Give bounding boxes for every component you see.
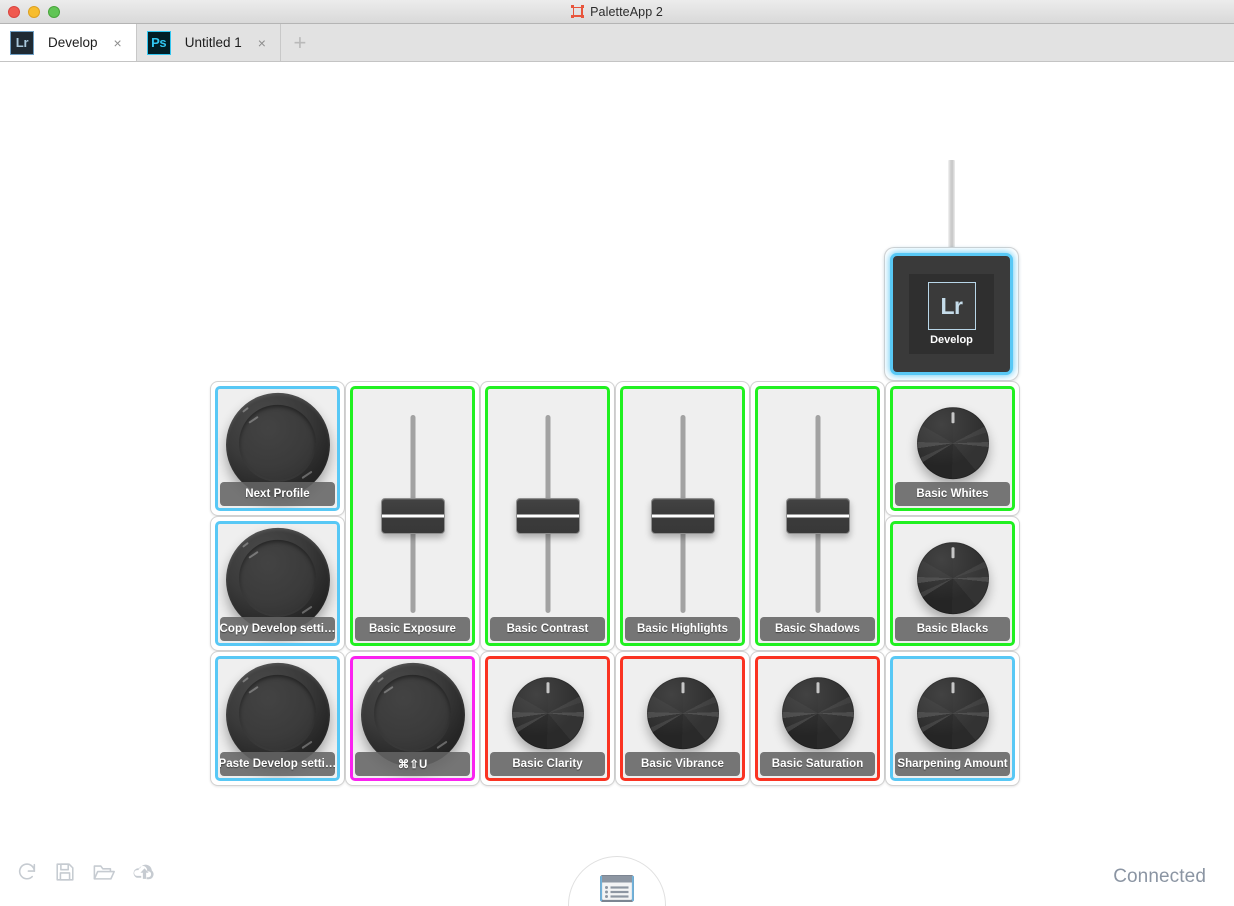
tab-develop[interactable]: Lr Develop ×	[0, 24, 137, 61]
module-label: ⌘⇧U	[355, 752, 470, 776]
minimize-window-button[interactable]	[28, 5, 40, 18]
knob-button-control[interactable]	[225, 392, 330, 497]
head-module-screen: Lr Develop	[890, 253, 1013, 375]
dial-pointer-icon	[951, 546, 954, 558]
module-basic-blacks[interactable]: Basic Blacks	[885, 516, 1020, 651]
dial-pointer-icon	[951, 681, 954, 693]
window-title: PaletteApp 2	[590, 4, 663, 19]
module-label: Paste Develop setti…	[220, 752, 335, 776]
module-basic-vibrance[interactable]: Basic Vibrance	[615, 651, 750, 786]
module-label: Basic Highlights	[625, 617, 740, 641]
module-basic-highlights[interactable]: Basic Highlights	[615, 381, 750, 651]
connection-status: Connected	[1113, 866, 1206, 887]
open-folder-icon[interactable]	[92, 861, 116, 888]
module-basic-clarity[interactable]: Basic Clarity	[480, 651, 615, 786]
module-basic-whites[interactable]: Basic Whites	[885, 381, 1020, 516]
module-face[interactable]: Sharpening Amount	[890, 656, 1015, 781]
module-face[interactable]: Basic Highlights	[620, 386, 745, 646]
list-panel-icon	[599, 874, 635, 906]
module-basic-shadows[interactable]: Basic Shadows	[750, 381, 885, 651]
refresh-icon[interactable]	[16, 861, 38, 888]
photoshop-icon: Ps	[146, 30, 171, 55]
module-face[interactable]: Next Profile	[215, 386, 340, 511]
module-label: Sharpening Amount	[895, 752, 1010, 776]
module-label: Basic Whites	[895, 482, 1010, 506]
module-cable	[948, 160, 955, 252]
dial-pointer-icon	[816, 681, 819, 693]
module-face[interactable]: ⌘⇧U	[350, 656, 475, 781]
dial-control[interactable]	[511, 676, 584, 749]
module-label: Copy Develop setti…	[220, 617, 335, 641]
slider-thumb[interactable]	[515, 498, 580, 534]
dial-control[interactable]	[916, 541, 989, 614]
footer-bar: Connected	[0, 834, 1234, 906]
module-copy-develop-setti[interactable]: Copy Develop setti…	[210, 516, 345, 651]
module-paste-develop-setti[interactable]: Paste Develop setti…	[210, 651, 345, 786]
module-drawer-toggle[interactable]	[568, 856, 666, 906]
tab-bar: Lr Develop × Ps Untitled 1 × +	[0, 24, 1234, 62]
cloud-upload-icon[interactable]	[132, 861, 157, 888]
module-u[interactable]: ⌘⇧U	[345, 651, 480, 786]
window-titlebar: PaletteApp 2	[0, 0, 1234, 24]
add-tab-button[interactable]: +	[281, 24, 319, 61]
traffic-lights	[8, 0, 60, 23]
dial-control[interactable]	[916, 406, 989, 479]
module-label: Next Profile	[220, 482, 335, 506]
tab-develop-close-icon[interactable]: ×	[112, 36, 124, 50]
crop-icon	[571, 5, 585, 18]
module-label: Basic Blacks	[895, 617, 1010, 641]
head-module-plate: Lr Develop	[909, 274, 994, 354]
knob-button-control[interactable]	[225, 527, 330, 632]
dial-pointer-icon	[681, 681, 684, 693]
slider-thumb[interactable]	[650, 498, 715, 534]
dial-pointer-icon	[546, 681, 549, 693]
module-basic-contrast[interactable]: Basic Contrast	[480, 381, 615, 651]
lightroom-logo-icon: Lr	[927, 282, 976, 330]
layout-canvas[interactable]: Lr Develop Next Profile Copy Develop sett…	[0, 62, 1234, 906]
module-face[interactable]: Basic Saturation	[755, 656, 880, 781]
module-face[interactable]: Basic Vibrance	[620, 656, 745, 781]
dial-control[interactable]	[781, 676, 854, 749]
save-icon[interactable]	[54, 861, 76, 888]
dial-control[interactable]	[646, 676, 719, 749]
module-label: Basic Clarity	[490, 752, 605, 776]
module-face[interactable]: Basic Shadows	[755, 386, 880, 646]
module-label: Basic Contrast	[490, 617, 605, 641]
tab-untitled-1[interactable]: Ps Untitled 1 ×	[136, 24, 281, 61]
knob-button-control[interactable]	[360, 662, 465, 767]
module-face[interactable]: Basic Contrast	[485, 386, 610, 646]
module-sharpening-amount[interactable]: Sharpening Amount	[885, 651, 1020, 786]
slider-thumb[interactable]	[785, 498, 850, 534]
module-basic-exposure[interactable]: Basic Exposure	[345, 381, 480, 651]
module-basic-saturation[interactable]: Basic Saturation	[750, 651, 885, 786]
footer-toolbar	[16, 861, 157, 888]
head-module-caption: Develop	[930, 334, 973, 346]
module-label: Basic Saturation	[760, 752, 875, 776]
close-window-button[interactable]	[8, 5, 20, 18]
module-face[interactable]: Copy Develop setti…	[215, 521, 340, 646]
tab-develop-label: Develop	[48, 35, 98, 50]
lightroom-icon: Lr	[10, 30, 34, 55]
knob-button-control[interactable]	[225, 662, 330, 767]
module-face[interactable]: Basic Blacks	[890, 521, 1015, 646]
slider-thumb[interactable]	[380, 498, 445, 534]
dial-pointer-icon	[951, 411, 954, 423]
module-face[interactable]: Paste Develop setti…	[215, 656, 340, 781]
head-module-develop[interactable]: Lr Develop	[884, 247, 1019, 381]
module-label: Basic Shadows	[760, 617, 875, 641]
module-next-profile[interactable]: Next Profile	[210, 381, 345, 516]
module-face[interactable]: Basic Exposure	[350, 386, 475, 646]
module-label: Basic Vibrance	[625, 752, 740, 776]
window-title-group: PaletteApp 2	[0, 0, 1234, 23]
tab-untitled-1-close-icon[interactable]: ×	[256, 36, 268, 50]
module-face[interactable]: Basic Whites	[890, 386, 1015, 511]
tab-untitled-1-label: Untitled 1	[184, 35, 242, 50]
module-label: Basic Exposure	[355, 617, 470, 641]
module-face[interactable]: Basic Clarity	[485, 656, 610, 781]
zoom-window-button[interactable]	[48, 5, 60, 18]
dial-control[interactable]	[916, 676, 989, 749]
